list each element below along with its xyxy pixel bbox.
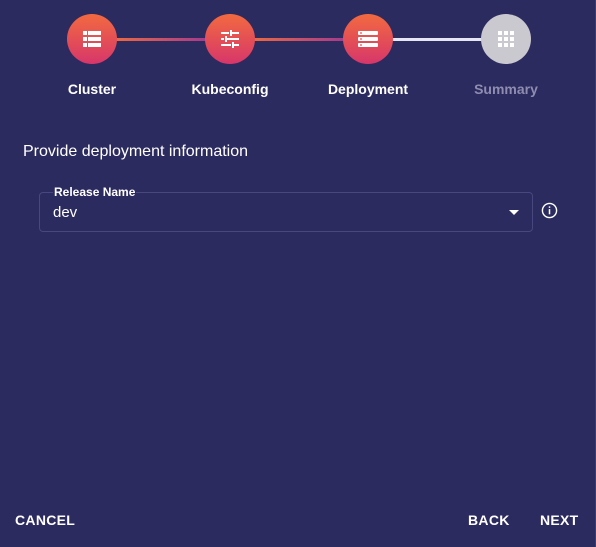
step-kubeconfig[interactable]: Kubeconfig <box>175 14 285 97</box>
step-label: Cluster <box>67 81 117 97</box>
step-label: Deployment <box>327 81 409 97</box>
info-icon[interactable] <box>541 202 558 219</box>
release-name-select[interactable]: Release Name dev <box>39 185 533 232</box>
dropdown-arrow-icon[interactable] <box>509 210 519 215</box>
release-name-value: dev <box>53 204 78 221</box>
cancel-button[interactable]: CANCEL <box>15 512 75 528</box>
stepper: Cluster Kubeconfig Deployment Summary <box>0 0 596 110</box>
step-label: Summary <box>474 81 538 97</box>
sliders-icon <box>205 14 255 64</box>
step-cluster[interactable]: Cluster <box>37 14 147 97</box>
step-summary[interactable]: Summary <box>451 14 561 97</box>
next-button[interactable]: NEXT <box>540 512 579 528</box>
step-deployment[interactable]: Deployment <box>313 14 423 97</box>
release-name-label: Release Name <box>53 185 137 199</box>
grid-icon <box>481 14 531 64</box>
section-title: Provide deployment information <box>23 143 249 160</box>
step-label: Kubeconfig <box>191 81 269 97</box>
back-button[interactable]: BACK <box>468 512 510 528</box>
deployment-dialog: Cluster Kubeconfig Deployment Summary Pr… <box>0 0 596 547</box>
server-icon <box>343 14 393 64</box>
list-icon <box>67 14 117 64</box>
